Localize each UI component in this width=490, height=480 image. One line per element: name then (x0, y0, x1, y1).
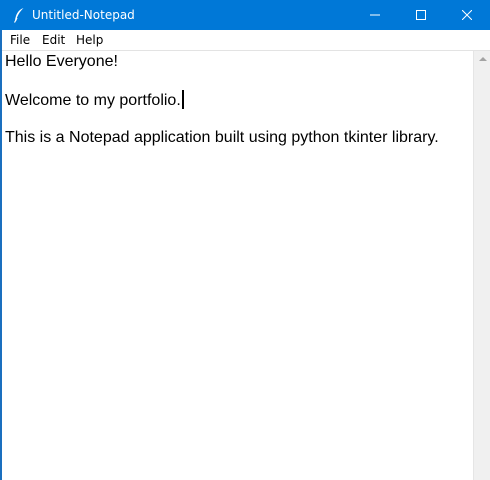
maximize-icon (416, 10, 426, 20)
editor-line: Welcome to my portfolio. (5, 90, 184, 111)
scroll-up-arrow-icon[interactable] (479, 57, 487, 61)
editor-line-text: This is a Notepad application built usin… (5, 129, 439, 146)
menu-help[interactable]: Help (76, 33, 103, 47)
menu-file[interactable]: File (10, 33, 30, 47)
vertical-scrollbar[interactable] (473, 51, 490, 480)
menu-edit[interactable]: Edit (42, 33, 65, 47)
close-button[interactable] (444, 0, 490, 30)
minimize-button[interactable] (352, 0, 398, 30)
editor-line-text: Welcome to my portfolio. (5, 92, 181, 109)
maximize-button[interactable] (398, 0, 444, 30)
editor-line: This is a Notepad application built usin… (5, 128, 439, 148)
menu-bar: File Edit Help (0, 30, 490, 50)
text-cursor (181, 90, 184, 109)
text-editor-area[interactable]: Hello Everyone! Welcome to my portfolio.… (2, 51, 473, 480)
editor-line: Hello Everyone! (5, 52, 118, 72)
feather-icon (12, 7, 26, 23)
notepad-window: Untitled-Notepad File Edit Help Hello Ev… (0, 0, 490, 480)
editor-line-text: Hello Everyone! (5, 53, 118, 70)
minimize-icon (370, 14, 380, 16)
title-bar[interactable]: Untitled-Notepad (0, 0, 490, 30)
window-title: Untitled-Notepad (32, 8, 135, 22)
close-icon (462, 10, 472, 20)
